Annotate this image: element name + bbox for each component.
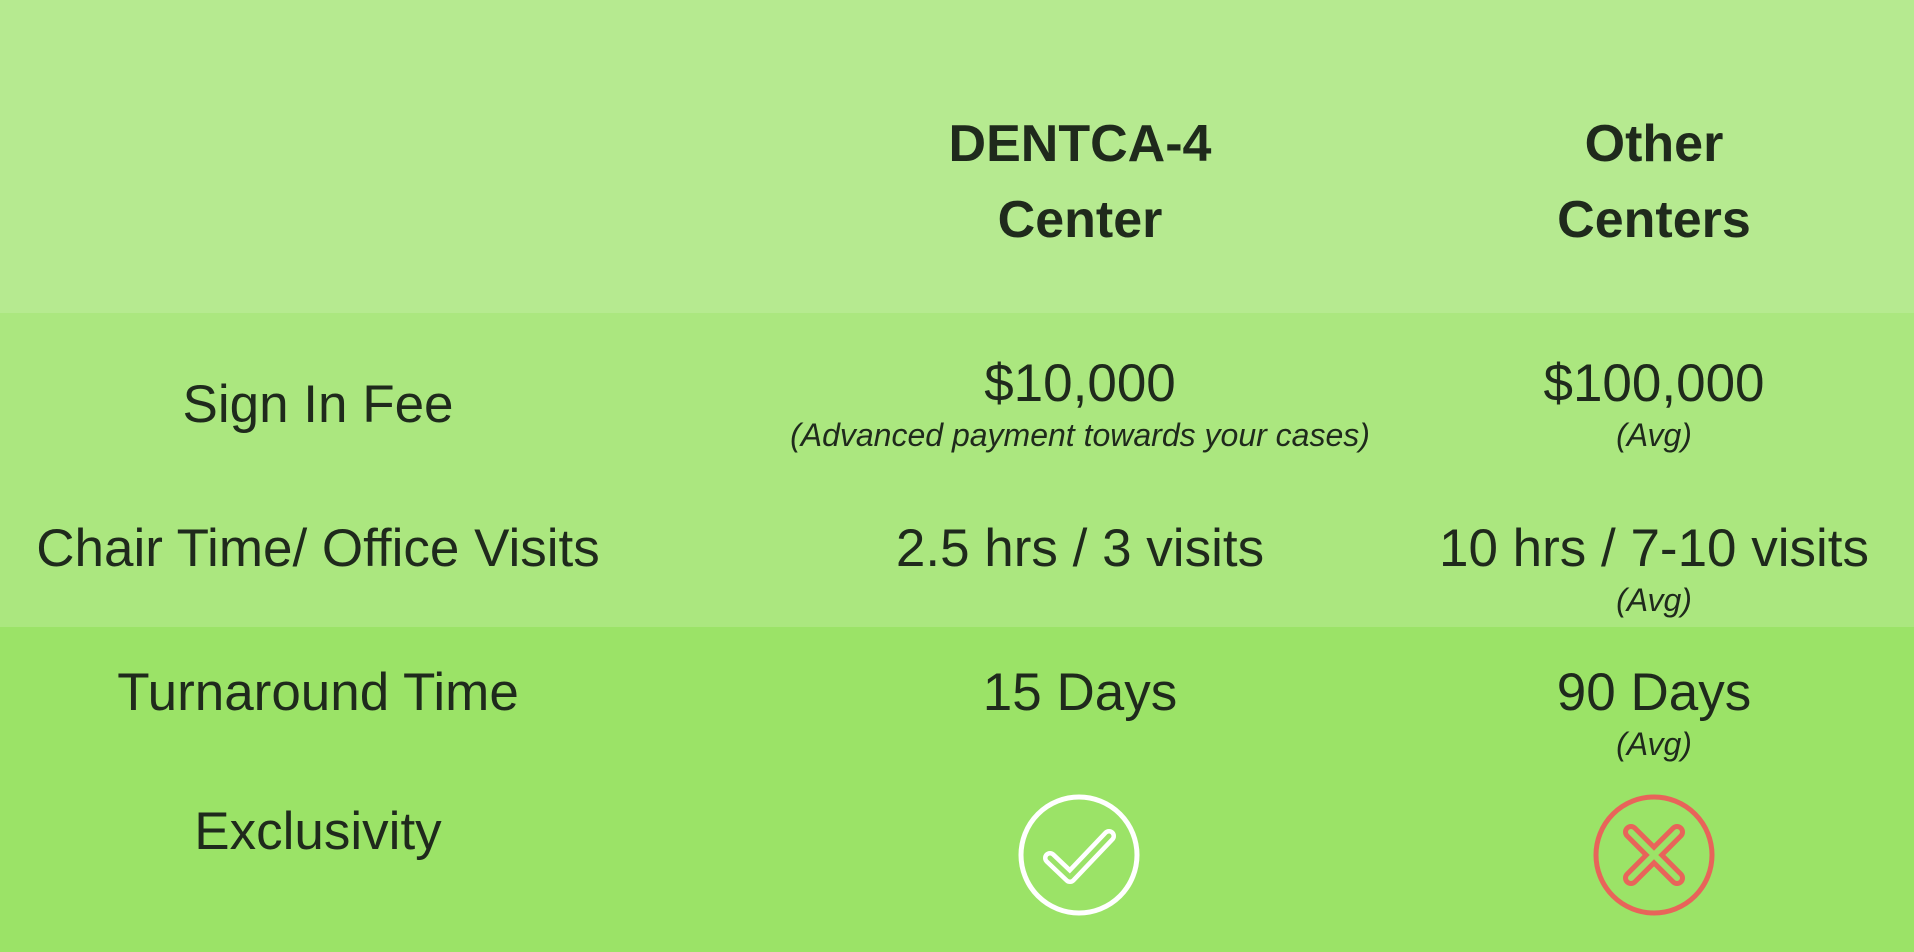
sign-in-fee-dentca-note: (Advanced payment towards your cases) <box>790 417 1370 453</box>
chair-time-other: 10 hrs / 7-10 visits (Avg) <box>1400 517 1908 619</box>
check-circle-icon <box>1018 794 1140 916</box>
turnaround-other: 90 Days (Avg) <box>1400 661 1908 763</box>
turnaround-other-note: (Avg) <box>1616 726 1692 762</box>
header-other-line2: Centers <box>1557 191 1751 249</box>
header-other: Other Centers <box>1400 106 1908 258</box>
turnaround-dentca-value: 15 Days <box>982 663 1178 722</box>
label-sign-in-fee: Sign In Fee <box>182 375 454 434</box>
sign-in-fee-other: $100,000 (Avg) <box>1400 352 1908 454</box>
turnaround-dentca: 15 Days <box>740 661 1420 725</box>
header-dentca: DENTCA-4 Center <box>740 106 1420 258</box>
label-exclusivity: Exclusivity <box>194 802 442 861</box>
sign-in-fee-dentca-value: $10,000 <box>984 354 1176 413</box>
chair-time-other-note: (Avg) <box>1616 582 1692 618</box>
header-dentca-line1: DENTCA-4 <box>948 115 1212 173</box>
header-other-line1: Other <box>1584 115 1724 173</box>
sign-in-fee-other-value: $100,000 <box>1543 354 1765 413</box>
chair-time-dentca-value: 2.5 hrs / 3 visits <box>895 519 1265 578</box>
header-dentca-line2: Center <box>997 191 1163 249</box>
turnaround-other-value: 90 Days <box>1556 663 1752 722</box>
x-circle-icon <box>1593 794 1715 916</box>
sign-in-fee-other-note: (Avg) <box>1616 417 1692 453</box>
chair-time-other-value: 10 hrs / 7-10 visits <box>1438 519 1870 578</box>
chair-time-dentca: 2.5 hrs / 3 visits <box>740 517 1420 581</box>
label-chair-time: Chair Time/ Office Visits <box>36 519 600 578</box>
sign-in-fee-dentca: $10,000 (Advanced payment towards your c… <box>740 352 1420 454</box>
label-turnaround-time: Turnaround Time <box>117 663 519 722</box>
